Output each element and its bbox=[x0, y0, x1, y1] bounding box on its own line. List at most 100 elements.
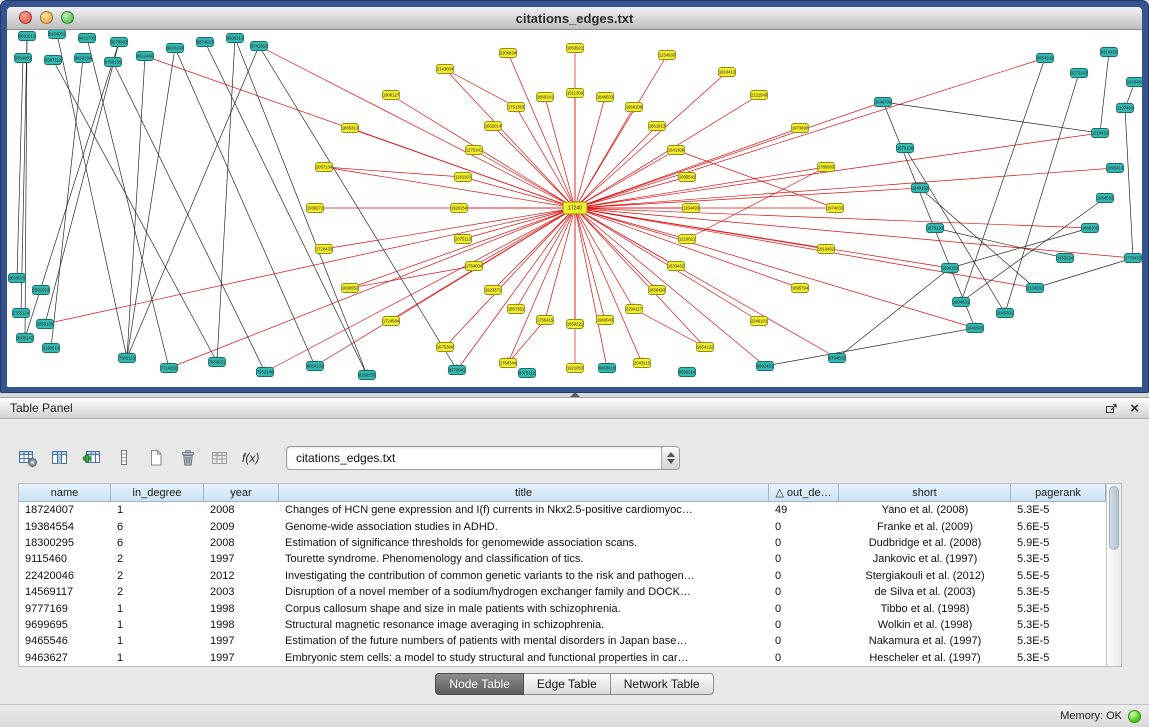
graph-node[interactable]: 1974033 bbox=[827, 204, 844, 213]
graph-node[interactable]: 1853921 bbox=[567, 44, 584, 53]
graph-node[interactable]: 1770453 bbox=[1125, 254, 1142, 263]
graph-edge[interactable] bbox=[575, 208, 605, 320]
graph-edge[interactable] bbox=[575, 208, 800, 288]
graph-edge[interactable] bbox=[175, 48, 315, 366]
graph-edge[interactable] bbox=[575, 188, 920, 208]
graph-node[interactable]: 1854122 bbox=[697, 343, 714, 352]
scrollbar-thumb[interactable] bbox=[1109, 486, 1119, 550]
graph-edge[interactable] bbox=[575, 58, 1045, 208]
graph-node[interactable]: 9587112 bbox=[45, 56, 62, 65]
graph-edge[interactable] bbox=[474, 208, 575, 266]
graph-node[interactable]: 1755415 bbox=[537, 316, 554, 325]
graph-node[interactable]: 1633462 bbox=[668, 262, 685, 271]
combobox-stepper[interactable] bbox=[661, 447, 679, 469]
graph-edge[interactable] bbox=[837, 268, 950, 358]
graph-node[interactable]: 1973490 bbox=[792, 124, 809, 133]
graph-node[interactable]: 1850493 bbox=[649, 286, 666, 295]
graph-node[interactable]: 8794502 bbox=[829, 354, 846, 363]
graph-node[interactable]: 2591013 bbox=[33, 286, 50, 295]
table-source-combobox[interactable]: citations_edges.txt bbox=[286, 446, 680, 470]
graph-edge[interactable] bbox=[1125, 108, 1133, 258]
graph-node[interactable]: 9633184 bbox=[75, 54, 92, 63]
graph-node[interactable]: 1960043 bbox=[597, 316, 614, 325]
graph-node[interactable]: 1275141 bbox=[466, 146, 483, 155]
graph-node[interactable]: 1895794 bbox=[792, 284, 809, 293]
graph-edge[interactable] bbox=[575, 133, 1100, 208]
graph-edge[interactable] bbox=[474, 150, 575, 208]
graph-node[interactable]: 9760155 bbox=[105, 58, 122, 67]
graph-node[interactable]: 2143004 bbox=[437, 65, 454, 74]
graph-node[interactable]: 7850031 bbox=[209, 358, 226, 367]
table-row[interactable]: 969969511998Structural magnetic resonanc… bbox=[19, 617, 1106, 633]
graph-node[interactable]: 2043115 bbox=[634, 359, 651, 368]
graph-edge[interactable] bbox=[45, 208, 575, 324]
graph-node[interactable]: 1216021 bbox=[679, 235, 696, 244]
graph-edge[interactable] bbox=[205, 42, 367, 375]
column-header-pagerank[interactable]: pagerank bbox=[1011, 484, 1106, 502]
graph-node[interactable]: 1084533 bbox=[1097, 194, 1114, 203]
graph-node[interactable]: 1511304 bbox=[567, 89, 584, 98]
table-row[interactable]: 1872400712008Changes of HCN gene express… bbox=[19, 502, 1106, 518]
function-builder-button[interactable]: f(x) bbox=[238, 445, 265, 472]
graph-edge[interactable] bbox=[17, 58, 23, 278]
new-table-button[interactable] bbox=[142, 445, 169, 472]
graph-node[interactable]: 2200834 bbox=[500, 49, 517, 58]
graph-edge[interactable] bbox=[391, 95, 575, 208]
graph-node[interactable]: 1679138 bbox=[897, 144, 914, 153]
graph-node[interactable]: 2075113 bbox=[455, 235, 472, 244]
graph-node[interactable]: 8375112 bbox=[519, 369, 536, 378]
graph-node[interactable]: 8492410 bbox=[599, 364, 616, 373]
graph-edge[interactable] bbox=[127, 46, 259, 358]
graph-edge[interactable] bbox=[445, 69, 516, 107]
graph-edge[interactable] bbox=[883, 102, 1100, 133]
graph-node[interactable]: 1910413 bbox=[719, 68, 736, 77]
graph-node[interactable]: 1675304 bbox=[437, 343, 454, 352]
graph-node[interactable]: 2204117 bbox=[626, 305, 643, 314]
graph-node[interactable]: 1630952 bbox=[342, 284, 359, 293]
graph-edge[interactable] bbox=[51, 58, 83, 348]
table-row[interactable]: 946554611997Estimation of the future num… bbox=[19, 633, 1106, 649]
graph-edge[interactable] bbox=[905, 148, 1005, 313]
graph-node[interactable]: 1938272 bbox=[307, 204, 324, 213]
graph-node[interactable]: 1095542 bbox=[679, 173, 696, 182]
graph-node[interactable]: 1751363 bbox=[508, 103, 525, 112]
graph-node[interactable]: 1210453 bbox=[1092, 129, 1109, 138]
graph-node[interactable]: 1867351 bbox=[508, 305, 525, 314]
graph-node[interactable]: 1754004 bbox=[466, 262, 483, 271]
table-row[interactable]: 2242004622012Investigating the contribut… bbox=[19, 568, 1106, 584]
graph-edge[interactable] bbox=[575, 150, 676, 208]
graph-edge[interactable] bbox=[235, 38, 367, 375]
graph-edge[interactable] bbox=[575, 208, 950, 268]
graph-edge[interactable] bbox=[676, 150, 835, 208]
graph-node[interactable]: 9054102 bbox=[1037, 54, 1054, 63]
graph-node[interactable]: 9874023 bbox=[197, 38, 214, 47]
graph-node[interactable]: 1197434 bbox=[1117, 104, 1134, 113]
graph-node[interactable]: 2850133 bbox=[37, 320, 54, 329]
graph-node[interactable]: 1654221 bbox=[567, 320, 584, 329]
graph-node[interactable]: 1465205 bbox=[1082, 224, 1099, 233]
graph-edge[interactable] bbox=[113, 62, 265, 372]
graph-node[interactable]: 8692451 bbox=[757, 362, 774, 371]
graph-edge[interactable] bbox=[145, 56, 575, 208]
graph-edge[interactable] bbox=[127, 48, 175, 358]
graph-node[interactable]: 1785083 bbox=[818, 163, 835, 172]
table-row[interactable]: 946362711997Embryonic stem cells: a mode… bbox=[19, 650, 1106, 666]
graph-node[interactable]: 9031012 bbox=[19, 32, 36, 41]
network-canvas[interactable]: 1724015113041860241175136316320141275141… bbox=[7, 30, 1142, 387]
graph-edge[interactable] bbox=[508, 208, 575, 363]
graph-node[interactable]: 1720433 bbox=[316, 245, 333, 254]
column-header-title[interactable]: title bbox=[279, 484, 769, 502]
graph-edge[interactable] bbox=[457, 208, 575, 370]
graph-node[interactable]: 1015483 bbox=[1127, 78, 1143, 87]
graph-node[interactable]: 1926154 bbox=[451, 204, 468, 213]
graph-edge[interactable] bbox=[324, 167, 463, 177]
graph-node[interactable]: 1760344 bbox=[500, 359, 517, 368]
column-header-short[interactable]: short bbox=[839, 484, 1011, 502]
column-header-in_degree[interactable]: in_degree bbox=[111, 484, 204, 502]
graph-node[interactable]: 3005142 bbox=[17, 334, 34, 343]
zoom-window-button[interactable] bbox=[61, 11, 74, 24]
graph-node[interactable]: 1254933 bbox=[659, 51, 676, 60]
graph-edge[interactable] bbox=[324, 167, 575, 208]
graph-node[interactable]: 2755124 bbox=[13, 309, 30, 318]
graph-node[interactable]: 8590314 bbox=[679, 368, 696, 377]
